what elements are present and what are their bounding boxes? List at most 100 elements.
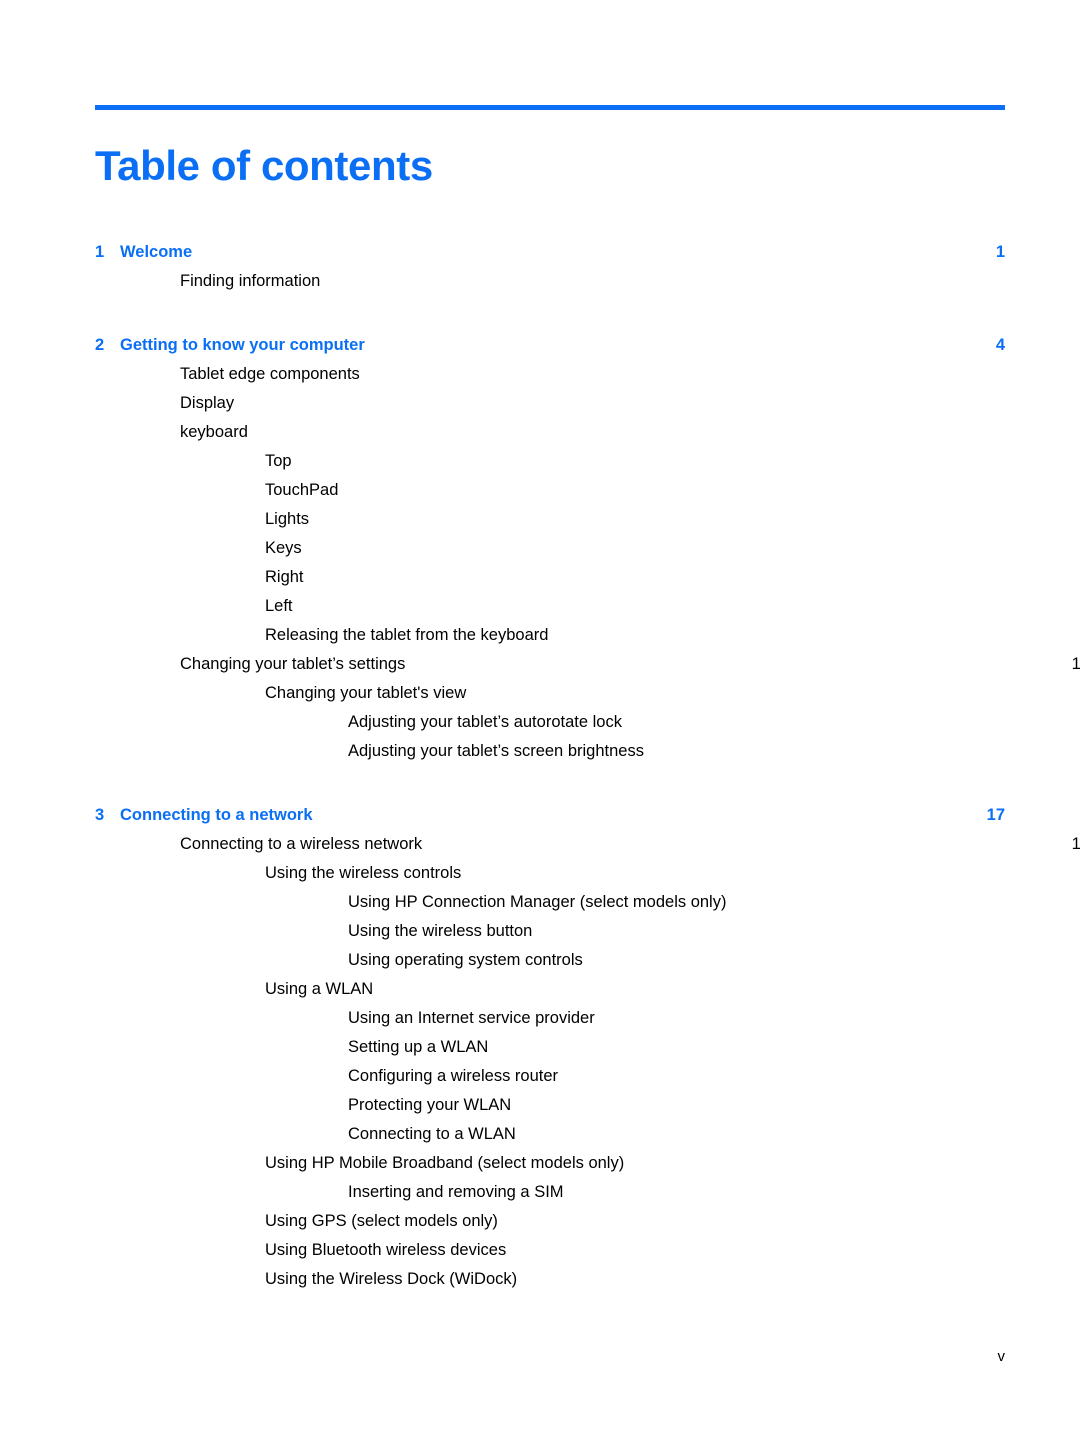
toc-section-entry[interactable]: Protecting your WLAN20 xyxy=(95,1091,1080,1120)
toc-entry-number: 2 xyxy=(95,336,105,354)
toc-dot-leader xyxy=(315,508,1080,525)
toc-section-entry[interactable]: Using HP Connection Manager (select mode… xyxy=(95,888,1080,917)
toc-entry-label: Adjusting your tablet’s screen brightnes… xyxy=(348,742,644,760)
toc-section-entry[interactable]: Display 7 xyxy=(95,389,1080,418)
toc-section-entry[interactable]: Finding information 2 xyxy=(95,267,1080,296)
toc-entry-label: TouchPad xyxy=(265,481,339,499)
toc-dot-leader xyxy=(628,711,1080,728)
toc-section-entry[interactable]: Using HP Mobile Broadband (select models… xyxy=(95,1149,1080,1178)
toc-section-entry[interactable]: Connecting to a wireless network 17 xyxy=(95,830,1080,859)
toc-section-entry[interactable]: Tablet edge components 4 xyxy=(95,360,1080,389)
toc-entry-label: Getting to know your computer xyxy=(120,336,365,354)
toc-entry-label: Adjusting your tablet’s autorotate lock xyxy=(348,713,622,731)
toc-section-entry[interactable]: Connecting to a WLAN20 xyxy=(95,1120,1080,1149)
toc-dot-leader xyxy=(630,1152,1080,1169)
toc-chapter-entry[interactable]: 1 Welcome 1 xyxy=(95,238,1005,267)
toc-entry-label: Using HP Connection Manager (select mode… xyxy=(348,893,727,911)
toc-entry-number: 1 xyxy=(95,243,105,261)
toc-section-entry[interactable]: Using GPS (select models only)22 xyxy=(95,1207,1080,1236)
toc-section-entry[interactable]: Changing your tablet’s settings 15 xyxy=(95,650,1080,679)
toc-entry-label: Setting up a WLAN xyxy=(348,1038,489,1056)
toc-section-entry[interactable]: Changing your tablet's view15 xyxy=(95,679,1080,708)
toc-dot-leader xyxy=(299,595,1080,612)
table-of-contents-list: 1 Welcome 1 Finding information 2 2 Getting to… xyxy=(95,238,1080,1294)
toc-section-entry[interactable]: Configuring a wireless router19 xyxy=(95,1062,1080,1091)
toc-entry-label: Using HP Mobile Broadband (select models… xyxy=(265,1154,625,1172)
toc-dot-leader xyxy=(538,920,1080,937)
toc-chapter-entry[interactable]: 3 Connecting to a network 17 xyxy=(95,801,1005,830)
toc-entry-label: Using a WLAN xyxy=(265,980,374,998)
toc-dot-leader xyxy=(512,1239,1080,1256)
toc-section-entry[interactable]: Lights10 xyxy=(95,505,1080,534)
toc-section-entry[interactable]: Inserting and removing a SIM21 xyxy=(95,1178,1080,1207)
title-divider-rule xyxy=(95,105,1005,110)
toc-section-entry[interactable]: Top8 xyxy=(95,447,1080,476)
toc-dot-leader xyxy=(564,1065,1080,1082)
toc-entry-label: Welcome xyxy=(120,243,193,261)
toc-section-entry[interactable]: Using the wireless controls17 xyxy=(95,859,1080,888)
toc-entry-label: Releasing the tablet from the keyboard xyxy=(265,626,549,644)
toc-entry-label: Using GPS (select models only) xyxy=(265,1212,498,1230)
toc-entry-label: Using the wireless button xyxy=(348,922,533,940)
toc-entry-label: Top xyxy=(265,452,292,470)
toc-dot-leader xyxy=(523,1268,1080,1285)
toc-section-entry[interactable]: Using Bluetooth wireless devices22 xyxy=(95,1236,1080,1265)
toc-section-entry[interactable]: Adjusting your tablet’s autorotate lock1… xyxy=(95,708,1080,737)
toc-entry-label: Using an Internet service provider xyxy=(348,1009,595,1027)
toc-entry-label: Configuring a wireless router xyxy=(348,1067,559,1085)
toc-dot-leader xyxy=(379,978,1080,995)
toc-entry-label: Keys xyxy=(265,539,302,557)
toc-dot-leader xyxy=(601,1007,1080,1024)
toc-dot-leader xyxy=(310,566,1080,583)
toc-entry-label: Inserting and removing a SIM xyxy=(348,1183,564,1201)
toc-section-entry[interactable]: Using the wireless button18 xyxy=(95,917,1080,946)
toc-dot-leader xyxy=(344,479,1080,496)
toc-entry-label: Tablet edge components xyxy=(180,365,360,383)
toc-dot-leader xyxy=(371,334,969,351)
toc-entry-label: Lights xyxy=(265,510,310,528)
toc-dot-leader xyxy=(298,450,1080,467)
toc-section-entry[interactable]: keyboard 8 xyxy=(95,418,1080,447)
toc-entry-label: Changing your tablet's view xyxy=(265,684,467,702)
toc-section-entry[interactable]: Adjusting your tablet’s screen brightnes… xyxy=(95,737,1080,766)
toc-dot-leader xyxy=(522,1123,1080,1140)
toc-dot-leader xyxy=(428,833,1054,850)
toc-section-entry[interactable]: Releasing the tablet from the keyboard15 xyxy=(95,621,1080,650)
toc-entry-label: Right xyxy=(265,568,304,586)
toc-section-entry[interactable]: TouchPad9 xyxy=(95,476,1080,505)
toc-entry-label: Left xyxy=(265,597,293,615)
toc-entry-page-number: 1 xyxy=(995,243,1005,261)
toc-dot-leader xyxy=(554,624,1080,641)
toc-section-entry[interactable]: Setting up a WLAN19 xyxy=(95,1033,1080,1062)
toc-dot-leader xyxy=(517,1094,1080,1111)
toc-section-entry[interactable]: Using an Internet service provider19 xyxy=(95,1004,1080,1033)
toc-entry-page-number: 17 xyxy=(986,806,1005,824)
toc-section-entry[interactable]: Right12 xyxy=(95,563,1080,592)
toc-dot-leader xyxy=(732,891,1080,908)
toc-dot-leader xyxy=(254,421,1054,438)
toc-entry-page-number: 4 xyxy=(1054,360,1080,389)
toc-entry-page-number: 7 xyxy=(1054,389,1080,418)
toc-section-entry[interactable]: Keys11 xyxy=(95,534,1080,563)
toc-dot-leader xyxy=(589,949,1080,966)
document-page: Table of contents 1 Welcome 1 Finding infor… xyxy=(0,0,1080,1438)
toc-dot-leader xyxy=(366,363,1054,380)
toc-entry-label: Protecting your WLAN xyxy=(348,1096,512,1114)
toc-dot-leader xyxy=(308,537,1080,554)
toc-section-entry[interactable]: Using the Wireless Dock (WiDock)23 xyxy=(95,1265,1080,1294)
toc-section-entry[interactable]: Left14 xyxy=(95,592,1080,621)
toc-entry-label: Changing your tablet’s settings xyxy=(180,655,406,673)
toc-dot-leader xyxy=(650,740,1080,757)
toc-entry-label: Connecting to a WLAN xyxy=(348,1125,516,1143)
toc-entry-label: Finding information xyxy=(180,272,321,290)
page-folio: v xyxy=(997,1348,1006,1365)
toc-entry-page-number: 17 xyxy=(1071,835,1080,853)
toc-chapter-entry[interactable]: 2 Getting to know your computer 4 xyxy=(95,331,1005,360)
toc-section-entry[interactable]: Using operating system controls18 xyxy=(95,946,1080,975)
toc-dot-leader xyxy=(319,804,969,821)
toc-section-entry[interactable]: Using a WLAN18 xyxy=(95,975,1080,1004)
toc-dot-leader xyxy=(198,241,969,258)
toc-entry-page-number: 15 xyxy=(1071,655,1080,673)
toc-dot-leader xyxy=(570,1181,1080,1198)
toc-entry-label: Using the wireless controls xyxy=(265,864,462,882)
